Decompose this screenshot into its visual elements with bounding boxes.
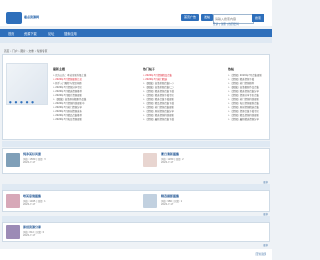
nav-item-search-app[interactable]: 搜索应用	[64, 31, 77, 36]
nav-item-resources[interactable]: 资源下载	[24, 31, 37, 36]
post-date: 2020-7-17	[161, 161, 174, 164]
post-title[interactable]: 唯美意境图集	[23, 194, 41, 198]
header-search-button[interactable]: 搜索	[252, 14, 264, 22]
column-title-hot-posts: 热门帖子	[143, 67, 156, 71]
slideshow-image[interactable]	[6, 63, 48, 105]
post-thumbnail[interactable]	[6, 194, 20, 208]
top-panel: ● ● ● ● ● 最新主题 热门帖子 热帖 » 官方公告：本站全新升级上线 »…	[2, 54, 270, 140]
post-section: 纯净美好风景 浏览: 1580 | 回复: 3 2020-7-17 夏日清新图集…	[2, 148, 270, 174]
sub-toolbar	[0, 37, 272, 87]
post-title[interactable]: 夏日清新图集	[161, 152, 179, 156]
post-date: 2020-7-17	[23, 234, 36, 237]
top-header: 看点资源网 首页广告 发帖 搜索 登录 | 注册 | 找回密码	[0, 0, 272, 26]
post-date: 2020-7-17	[161, 203, 174, 206]
post-title[interactable]: 精选摄影图集	[161, 194, 179, 198]
post-date: 2020-7-17	[23, 161, 36, 164]
footer: 回到顶部	[0, 249, 272, 260]
post-title[interactable]: 原创资源分享	[23, 225, 41, 229]
list-item[interactable]: » 【资源】最新精选资源分享	[228, 117, 268, 121]
post-section: 原创资源分享 浏览: 812 | 回复: 0 2020-7-17	[2, 222, 270, 242]
post-button[interactable]: 发帖	[201, 14, 214, 21]
column-title-hot: 热帖	[228, 67, 235, 71]
nav-item-home[interactable]: 首页	[8, 31, 14, 36]
site-logo-text: 看点资源网	[24, 15, 40, 19]
top-ad-button[interactable]: 首页广告	[181, 14, 200, 21]
more-link[interactable]: 更多	[263, 243, 268, 247]
list-item[interactable]: » 【资源】最新资源合集下载	[143, 117, 223, 121]
post-title[interactable]: 纯净美好风景	[23, 152, 41, 156]
back-to-top-link[interactable]: 回到顶部	[256, 252, 266, 256]
list-item[interactable]: » 2020年7月每日资源更新	[53, 117, 137, 121]
section-header	[2, 141, 270, 147]
slideshow-dots[interactable]: ● ● ● ● ●	[9, 100, 35, 104]
post-date: 2020-7-17	[23, 203, 36, 206]
main-nav: 首页 资源下载 论坛 搜索应用	[0, 29, 272, 37]
post-thumbnail[interactable]	[143, 194, 157, 208]
site-logo[interactable]	[6, 12, 22, 24]
post-section: 唯美意境图集 浏览: 1045 | 回复: 1 2020-7-17 精选摄影图集…	[2, 190, 270, 212]
column-title-latest: 最新主题	[53, 67, 66, 71]
breadcrumb: 首页 › 门户 › 图片 › 文章 › 专题专区	[4, 49, 48, 53]
post-thumbnail[interactable]	[6, 225, 20, 239]
post-thumbnail[interactable]	[6, 153, 20, 167]
login-links[interactable]: 登录 | 注册 | 找回密码	[213, 22, 239, 26]
nav-item-forum[interactable]: 论坛	[48, 31, 54, 36]
post-thumbnail[interactable]	[143, 153, 157, 167]
